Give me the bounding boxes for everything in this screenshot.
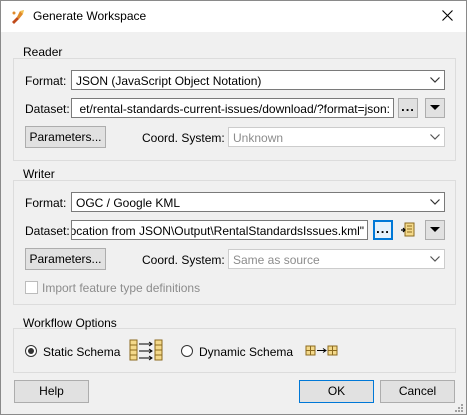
reader-coord-value: Unknown	[233, 131, 284, 145]
writer-browse-button[interactable]: ...	[373, 220, 393, 240]
reader-format-value: JSON (JavaScript Object Notation)	[76, 74, 262, 88]
close-button[interactable]	[436, 5, 460, 27]
import-feature-types-checkbox[interactable]	[25, 281, 38, 294]
help-button-label: Help	[39, 384, 64, 398]
writer-group-label: Writer	[23, 167, 55, 181]
writer-parameters-label: Parameters...	[29, 252, 102, 266]
import-feature-types-label: Import feature type definitions	[42, 281, 201, 295]
writer-format-value: OGC / Google KML	[76, 196, 181, 210]
reader-browse-button[interactable]: ...	[398, 98, 418, 118]
writer-dataset-value: ocation from JSON\Output\RentalStandards…	[71, 224, 364, 238]
writer-format-select[interactable]: OGC / Google KML	[71, 192, 445, 212]
resize-grip-icon[interactable]	[453, 402, 464, 413]
static-schema-icon	[129, 339, 163, 361]
reader-dataset-label: Dataset:	[25, 102, 70, 116]
static-schema-radio[interactable]	[25, 345, 37, 357]
writer-dataset-menu-button[interactable]	[425, 220, 445, 240]
window-title: Generate Workspace	[33, 9, 147, 23]
reader-parameters-button[interactable]: Parameters...	[25, 126, 106, 148]
close-icon	[442, 10, 453, 21]
writer-coord-label: Coord. System:	[142, 253, 225, 267]
dynamic-schema-radio[interactable]	[181, 345, 193, 357]
browse-icon: ...	[401, 99, 415, 114]
reader-parameters-label: Parameters...	[29, 130, 102, 144]
chevron-down-icon	[430, 77, 440, 83]
ok-button[interactable]: OK	[299, 380, 374, 403]
reader-coord-label: Coord. System:	[142, 131, 225, 145]
reader-dataset-value: et/rental-standards-current-issues/downl…	[79, 102, 391, 116]
reader-format-select[interactable]: JSON (JavaScript Object Notation)	[71, 70, 445, 90]
reader-dataset-menu-button[interactable]	[425, 98, 445, 118]
title-bar: Generate Workspace	[1, 1, 466, 32]
radio-selected-dot	[28, 348, 34, 354]
browse-icon: ...	[376, 221, 390, 236]
triangle-down-icon	[430, 227, 440, 232]
dynamic-schema-icon	[305, 345, 338, 356]
chevron-down-icon	[430, 134, 440, 140]
reader-dataset-input[interactable]: et/rental-standards-current-issues/downl…	[71, 98, 394, 118]
app-icon	[12, 10, 24, 24]
writer-dataset-settings-button[interactable]	[399, 220, 419, 240]
generate-workspace-dialog: Generate Workspace Reader Format: JSON (…	[0, 0, 467, 415]
cancel-button-label: Cancel	[398, 384, 437, 398]
reader-coord-select[interactable]: Unknown	[228, 127, 445, 147]
writer-dataset-input[interactable]: ocation from JSON\Output\RentalStandards…	[71, 220, 368, 240]
dynamic-schema-label: Dynamic Schema	[199, 345, 294, 359]
chevron-down-icon	[430, 256, 440, 262]
chevron-down-icon	[430, 199, 440, 205]
reader-format-label: Format:	[25, 74, 67, 88]
workflow-options-label: Workflow Options	[23, 316, 117, 330]
cancel-button[interactable]: Cancel	[380, 380, 455, 403]
dataset-settings-icon	[401, 222, 415, 237]
static-schema-label: Static Schema	[43, 345, 121, 359]
ok-button-label: OK	[327, 384, 346, 398]
triangle-down-icon	[430, 105, 440, 110]
writer-dataset-label: Dataset:	[25, 224, 70, 238]
writer-format-label: Format:	[25, 196, 67, 210]
writer-parameters-button[interactable]: Parameters...	[25, 248, 106, 270]
writer-coord-value: Same as source	[233, 253, 320, 267]
reader-group-label: Reader	[23, 45, 63, 59]
writer-coord-select[interactable]: Same as source	[228, 249, 445, 269]
help-button[interactable]: Help	[14, 380, 89, 403]
